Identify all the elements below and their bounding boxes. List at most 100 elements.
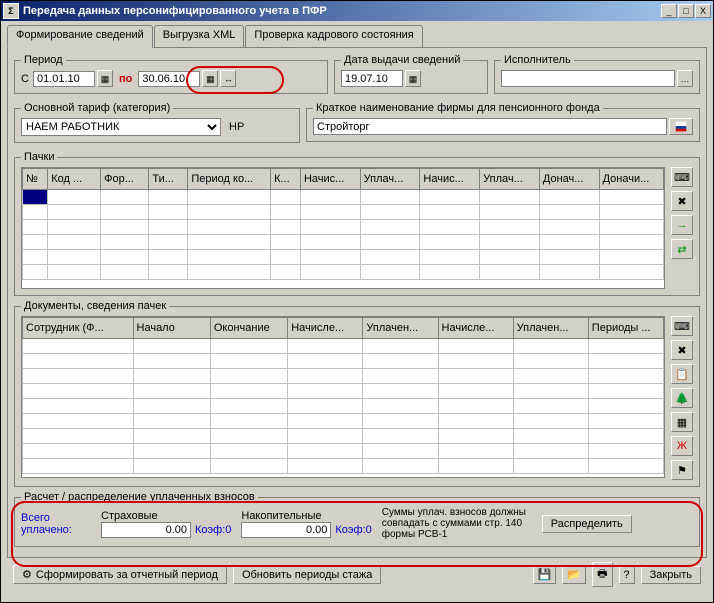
titlebar: Σ Передача данных персонифицированного у… <box>1 1 713 21</box>
docs-col-start[interactable]: Начало <box>133 318 210 339</box>
table-row[interactable] <box>23 459 664 474</box>
save-button[interactable]: 💾 <box>533 565 557 584</box>
packs-col-code[interactable]: Код ... <box>48 169 101 190</box>
docs-tree-button[interactable]: 🌲 <box>671 388 693 408</box>
docs-table-button[interactable]: ▦ <box>671 412 693 432</box>
form-period-button[interactable]: ⚙ Сформировать за отчетный период <box>13 565 227 584</box>
executor-input[interactable] <box>501 70 675 87</box>
docs-col-nach2[interactable]: Начисле... <box>438 318 513 339</box>
docs-col-employee[interactable]: Сотрудник (Ф... <box>23 318 134 339</box>
packs-col-nach2[interactable]: Начис... <box>420 169 480 190</box>
table-row[interactable] <box>23 250 664 265</box>
packs-col-form[interactable]: Фор... <box>101 169 149 190</box>
tariff-code: НР <box>229 121 244 133</box>
packs-swap-button[interactable]: ⇄ <box>671 239 693 259</box>
refresh-stazh-button[interactable]: Обновить периоды стажа <box>233 566 381 584</box>
packs-legend: Пачки <box>21 151 57 163</box>
table-row[interactable] <box>23 205 664 220</box>
minimize-button[interactable]: _ <box>661 4 677 18</box>
nakop-coef: Коэф:0 <box>335 524 371 536</box>
table-row[interactable] <box>23 220 664 235</box>
packs-col-num[interactable]: № <box>23 169 48 190</box>
table-row[interactable] <box>23 399 664 414</box>
tariff-select[interactable]: НАЕМ РАБОТНИК <box>21 118 221 136</box>
packs-col-upl1[interactable]: Уплач... <box>360 169 420 190</box>
docs-legend: Документы, сведения пачек <box>21 300 169 312</box>
period-helper[interactable]: ↔ <box>220 70 236 87</box>
form-period-label: Сформировать за отчетный период <box>36 569 218 581</box>
packs-col-don2[interactable]: Доначи... <box>599 169 663 190</box>
packs-move-right-button[interactable]: → <box>671 215 693 235</box>
packs-col-k[interactable]: К... <box>271 169 301 190</box>
printer-icon: 🖶 <box>597 568 607 580</box>
period-legend: Период <box>21 54 66 66</box>
packs-col-nach1[interactable]: Начис... <box>300 169 360 190</box>
maximize-button[interactable]: □ <box>678 4 694 18</box>
table-row[interactable] <box>23 190 664 205</box>
nakop-input[interactable] <box>241 522 331 538</box>
tariff-legend: Основной тариф (категория) <box>21 102 173 114</box>
calc-note: Суммы уплач. взносов должны совпадать с … <box>382 507 532 540</box>
table-row[interactable] <box>23 235 664 250</box>
docs-list-button[interactable]: 📋 <box>671 364 693 384</box>
issue-date-picker[interactable]: ▦ <box>405 70 421 87</box>
help-icon: ? <box>624 569 630 581</box>
docs-col-upl2[interactable]: Уплачен... <box>513 318 588 339</box>
docs-col-periods[interactable]: Периоды ... <box>588 318 663 339</box>
table-row[interactable] <box>23 369 664 384</box>
packs-col-upl2[interactable]: Уплач... <box>480 169 540 190</box>
docs-table[interactable]: Сотрудник (Ф... Начало Окончание Начисле… <box>22 317 664 474</box>
firm-flag-button[interactable] <box>669 118 693 135</box>
period-from-label: С <box>21 73 29 85</box>
help-button[interactable]: ? <box>619 566 635 584</box>
docs-remove-button[interactable]: Ж <box>671 436 693 456</box>
floppy-icon: 💾 <box>538 569 552 581</box>
firm-input[interactable] <box>313 118 667 135</box>
close-button[interactable]: Закрыть <box>641 566 701 584</box>
table-row[interactable] <box>23 414 664 429</box>
packs-table[interactable]: № Код ... Фор... Ти... Период ко... К...… <box>22 168 664 280</box>
docs-delete-button[interactable]: ✖ <box>671 340 693 360</box>
period-from-input[interactable] <box>33 71 95 87</box>
executor-picker[interactable]: … <box>677 70 693 87</box>
period-to-input[interactable] <box>138 71 200 87</box>
table-row[interactable] <box>23 354 664 369</box>
open-button[interactable]: 📂 <box>562 565 586 584</box>
strah-input[interactable] <box>101 522 191 538</box>
docs-keyboard-button[interactable]: ⌨ <box>671 316 693 336</box>
print-button[interactable]: 🖶 <box>592 562 612 587</box>
packs-delete-button[interactable]: ✖ <box>671 191 693 211</box>
table-row[interactable] <box>23 384 664 399</box>
total-paid-label: Всего уплачено: <box>21 512 91 536</box>
docs-col-nach1[interactable]: Начисле... <box>288 318 363 339</box>
tab-form-info[interactable]: Формирование сведений <box>7 25 153 48</box>
close-window-button[interactable]: X <box>695 4 711 18</box>
executor-legend: Исполнитель <box>501 54 574 66</box>
nakop-label: Накопительные <box>241 510 371 522</box>
tab-xml-export[interactable]: Выгрузка XML <box>154 25 245 47</box>
table-row[interactable] <box>23 429 664 444</box>
window-title: Передача данных персонифицированного уче… <box>23 5 661 17</box>
table-row[interactable] <box>23 339 664 354</box>
gear-icon: ⚙ <box>22 568 32 581</box>
table-row[interactable] <box>23 444 664 459</box>
folder-open-icon: 📂 <box>567 569 581 581</box>
tab-bar: Формирование сведений Выгрузка XML Прове… <box>7 25 707 48</box>
packs-col-don1[interactable]: Донач... <box>539 169 599 190</box>
issue-date-input[interactable] <box>341 70 403 87</box>
system-menu-icon[interactable]: Σ <box>3 3 19 19</box>
packs-col-type[interactable]: Ти... <box>149 169 188 190</box>
table-row[interactable] <box>23 265 664 280</box>
docs-spec-button[interactable]: ⚑ <box>671 460 693 480</box>
packs-keyboard-button[interactable]: ⌨ <box>671 167 693 187</box>
period-to-picker[interactable]: ▦ <box>202 70 218 87</box>
tab-staff-check[interactable]: Проверка кадрового состояния <box>245 25 422 47</box>
docs-col-upl1[interactable]: Уплачен... <box>363 318 438 339</box>
distribute-button[interactable]: Распределить <box>542 515 632 533</box>
flag-icon <box>674 120 688 134</box>
strah-label: Страховые <box>101 510 231 522</box>
packs-col-period[interactable]: Период ко... <box>188 169 271 190</box>
period-to-label: по <box>119 73 132 85</box>
period-from-picker[interactable]: ▦ <box>97 70 113 87</box>
docs-col-end[interactable]: Окончание <box>210 318 287 339</box>
